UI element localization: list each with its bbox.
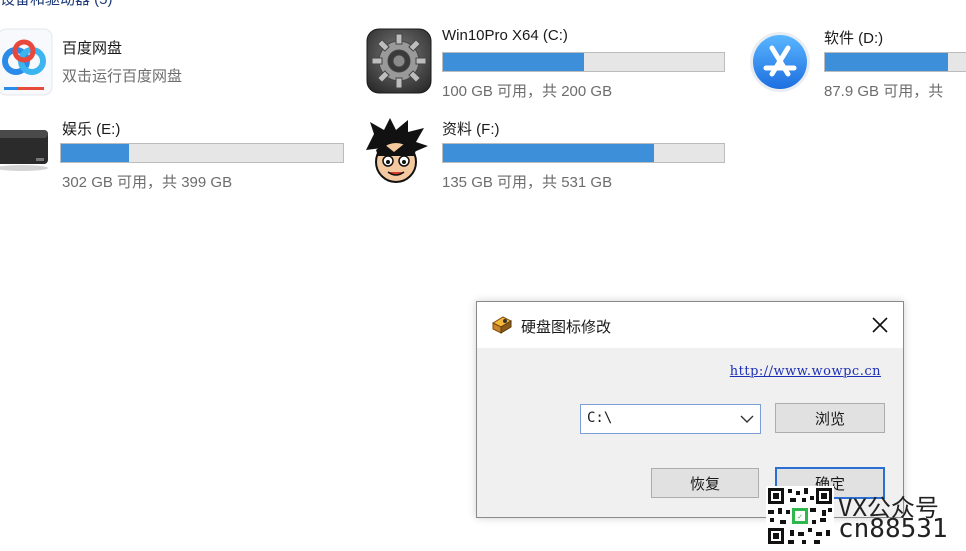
drive-usage-fill bbox=[443, 144, 654, 162]
svg-text:✓: ✓ bbox=[797, 513, 803, 521]
external-drive-icon bbox=[0, 122, 52, 178]
drive-name: Win10Pro X64 (C:) bbox=[442, 27, 568, 44]
drive-c[interactable]: Win10Pro X64 (C:) 100 GB 可用，共 200 GB bbox=[366, 25, 736, 100]
restore-button[interactable]: 恢复 bbox=[651, 468, 759, 498]
drive-space: 87.9 GB 可用，共 bbox=[824, 83, 944, 100]
gear-icon bbox=[366, 28, 432, 94]
drive-usage-fill bbox=[61, 144, 129, 162]
watermark-line-2: cn88531 bbox=[838, 514, 948, 544]
watermark: ✓ VX公众号 cn88531 bbox=[766, 486, 966, 546]
drive-name: 娱乐 (E:) bbox=[62, 121, 121, 138]
drive-usage-fill bbox=[443, 53, 584, 71]
drive-baidu-netdisk[interactable]: 百度网盘 双击运行百度网盘 bbox=[0, 27, 294, 97]
drive-f[interactable]: 资料 (F:) 135 GB 可用，共 531 GB bbox=[360, 116, 740, 196]
close-icon bbox=[872, 317, 888, 333]
drive-usage-bar bbox=[60, 143, 344, 163]
drive-usage-bar bbox=[442, 52, 725, 72]
baidu-netdisk-icon bbox=[0, 27, 54, 97]
section-header: 设备和驱动器 (5) bbox=[0, 0, 113, 9]
dialog-title: 硬盘图标修改 bbox=[521, 319, 612, 336]
dialog-titlebar[interactable]: 硬盘图标修改 bbox=[477, 302, 903, 348]
drive-usage-bar bbox=[442, 143, 725, 163]
drive-e[interactable]: 娱乐 (E:) 302 GB 可用，共 399 GB bbox=[0, 118, 356, 193]
drive-description: 双击运行百度网盘 bbox=[62, 68, 183, 85]
drive-name: 百度网盘 bbox=[62, 40, 123, 57]
cartoon-character-icon bbox=[360, 116, 432, 188]
drive-select-value: C:\ bbox=[587, 410, 613, 426]
chevron-down-icon bbox=[740, 415, 754, 423]
drive-usage-fill bbox=[825, 53, 949, 71]
drive-usage-bar bbox=[824, 52, 966, 72]
drive-d[interactable]: 软件 (D:) 87.9 GB 可用，共 bbox=[748, 25, 966, 100]
drive-select[interactable]: C:\ bbox=[580, 404, 761, 434]
drive-space: 302 GB 可用，共 399 GB bbox=[62, 174, 233, 191]
drive-space: 135 GB 可用，共 531 GB bbox=[442, 174, 613, 191]
drive-space: 100 GB 可用，共 200 GB bbox=[442, 83, 613, 100]
app-store-icon bbox=[748, 28, 814, 94]
drive-name: 资料 (F:) bbox=[442, 121, 500, 138]
website-link[interactable]: http://www.wowpc.cn bbox=[730, 364, 881, 379]
drive-name: 软件 (D:) bbox=[824, 30, 884, 47]
qr-code-icon: ✓ bbox=[766, 486, 834, 546]
browse-button[interactable]: 浏览 bbox=[775, 403, 885, 433]
close-button[interactable] bbox=[863, 310, 897, 340]
app-icon bbox=[491, 315, 513, 335]
